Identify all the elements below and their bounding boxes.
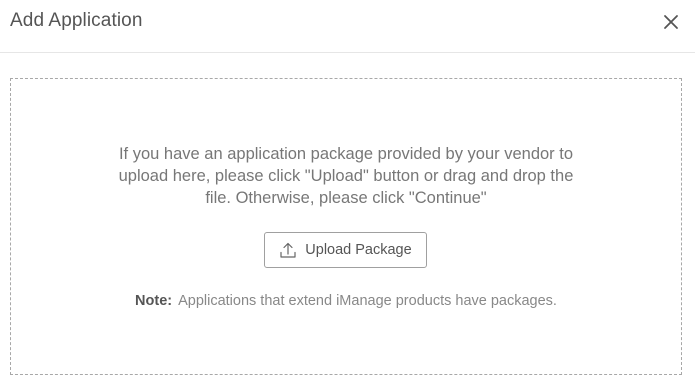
close-button[interactable] <box>661 12 681 32</box>
note: Note: Applications that extend iManage pr… <box>11 293 681 309</box>
instruction-line: upload here, please click "Upload" butto… <box>118 167 574 185</box>
dialog-title: Add Application <box>10 10 143 31</box>
upload-instructions: If you have an application package provi… <box>11 143 681 209</box>
add-application-dialog: Add Application If you have an applicati… <box>0 0 695 387</box>
dialog-header: Add Application <box>0 0 695 53</box>
note-label: Note: <box>135 293 173 309</box>
note-text: Applications that extend iManage product… <box>178 293 557 309</box>
close-icon <box>664 15 678 29</box>
upload-icon <box>279 241 297 259</box>
upload-dropzone[interactable]: If you have an application package provi… <box>10 78 682 375</box>
instruction-line: If you have an application package provi… <box>118 145 574 163</box>
upload-package-button[interactable]: Upload Package <box>264 232 427 268</box>
instruction-line: file. Otherwise, please click "Continue" <box>205 189 487 207</box>
upload-package-label: Upload Package <box>305 242 412 258</box>
